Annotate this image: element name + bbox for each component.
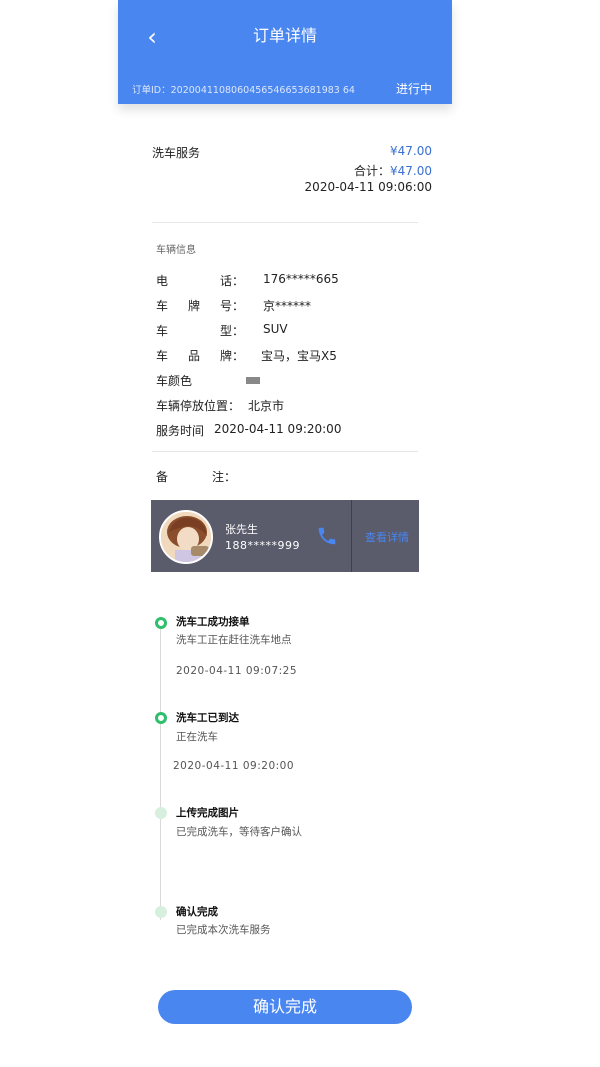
header-bar: ‹ 订单详情 订单ID：2020041108060456546653681983… xyxy=(118,0,452,104)
location-value: 北京市 xyxy=(248,399,285,413)
plate-value: 京****** xyxy=(263,299,312,313)
service-name: 洗车服务 xyxy=(152,146,201,160)
timeline-dot-pending xyxy=(155,906,167,918)
timeline-step-time: 2020-04-11 09:07:25 xyxy=(176,665,298,677)
worker-card: 张先生 188*****999 查看详情 xyxy=(151,500,419,572)
view-details-link[interactable]: 查看详情 xyxy=(357,529,417,545)
divider xyxy=(152,222,418,223)
label-char: 车 xyxy=(156,349,169,363)
color-label: 车颜色 xyxy=(156,374,193,388)
timeline-step-title: 上传完成图片 xyxy=(176,807,239,819)
brand-value: 宝马，宝马X5 xyxy=(261,349,337,363)
order-status-badge: 进行中 xyxy=(395,82,432,96)
page-title: 订单详情 xyxy=(252,26,317,45)
timeline-step-time: 2020-04-11 09:20:00 xyxy=(173,760,295,772)
location-label: 车辆停放位置： xyxy=(156,399,241,413)
label-char: 车 xyxy=(156,299,169,313)
order-id: 订单ID：2020041108060456546653681983 64 xyxy=(132,85,355,96)
worker-name: 张先生 xyxy=(225,523,258,536)
label-char: 牌： xyxy=(219,349,244,363)
timeline-step-title: 洗车工已到达 xyxy=(176,712,239,724)
label-char: 号： xyxy=(219,299,244,313)
avatar xyxy=(159,510,213,564)
label-char: 话： xyxy=(219,274,244,288)
type-label: 车 型： xyxy=(156,322,244,339)
total-label: 合计： xyxy=(353,164,390,178)
color-swatch xyxy=(246,377,260,384)
timeline-step-title: 确认完成 xyxy=(176,906,218,918)
avatar-image xyxy=(161,512,211,562)
worker-phone: 188*****999 xyxy=(225,539,300,552)
brand-label: 车 品 牌： xyxy=(156,347,244,364)
label-char: 型： xyxy=(219,324,244,338)
order-detail-screen: ‹ 订单详情 订单ID：2020041108060456546653681983… xyxy=(118,0,452,1067)
total-value: ¥47.00 xyxy=(390,164,432,178)
card-divider xyxy=(351,500,352,572)
plate-label: 车 牌 号： xyxy=(156,297,244,314)
label-char: 车 xyxy=(156,324,169,338)
phone-icon xyxy=(318,527,336,545)
service-total: 合计：¥47.00 xyxy=(354,162,432,179)
timeline-dot-done xyxy=(155,712,167,724)
phone-value: 176*****665 xyxy=(263,272,339,286)
label-char: 备 xyxy=(156,470,169,484)
label-char: 电 xyxy=(156,274,169,288)
timeline-step-desc: 正在洗车 xyxy=(176,731,218,743)
timeline-step-desc: 洗车工正在赶往洗车地点 xyxy=(176,634,292,646)
timeline-step-desc: 已完成洗车，等待客户确认 xyxy=(176,826,302,838)
label-char: 注： xyxy=(211,470,236,484)
phone-label: 电 话： xyxy=(156,272,244,289)
timeline-step-desc: 已完成本次洗车服务 xyxy=(176,924,271,936)
service-time-label: 服务时间 xyxy=(156,424,205,438)
timeline-step-title: 洗车工成功接单 xyxy=(176,616,250,628)
timeline-line xyxy=(160,628,161,920)
vehicle-info-title: 车辆信息 xyxy=(156,245,196,256)
service-order-time: 2020-04-11 09:06:00 xyxy=(304,180,432,194)
timeline-dot-done xyxy=(155,617,167,629)
service-price: ¥47.00 xyxy=(390,144,432,158)
type-value: SUV xyxy=(263,322,288,336)
confirm-complete-button[interactable]: 确认完成 xyxy=(158,990,412,1024)
divider xyxy=(152,451,418,452)
label-char: 品 xyxy=(187,349,200,363)
remark-label: 备 注： xyxy=(156,468,236,485)
label-char: 牌 xyxy=(187,299,200,313)
service-time-value: 2020-04-11 09:20:00 xyxy=(214,422,342,436)
timeline-dot-pending xyxy=(155,807,167,819)
call-button[interactable] xyxy=(316,525,338,547)
